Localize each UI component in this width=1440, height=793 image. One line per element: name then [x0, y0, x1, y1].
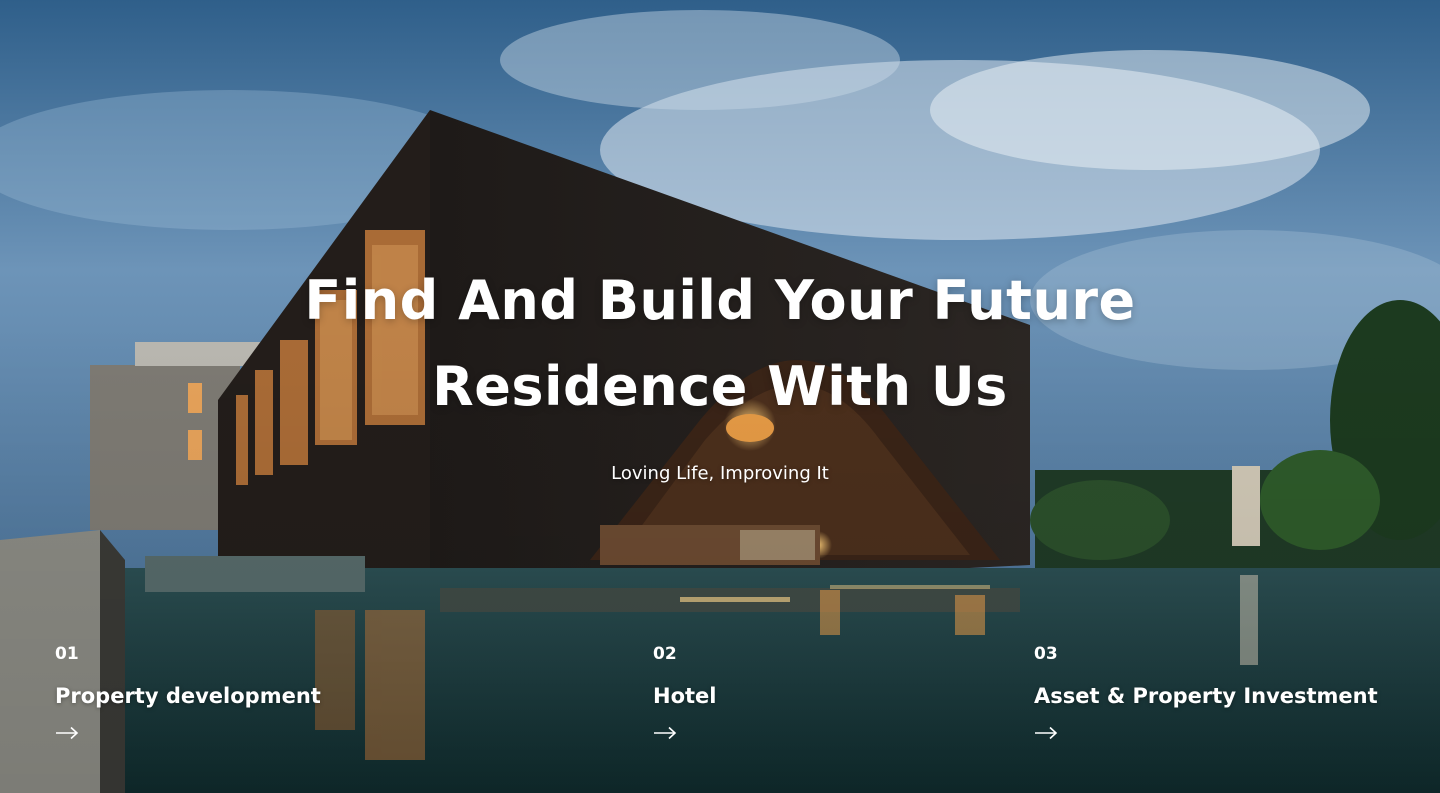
service-link-hotel[interactable]: 02 Hotel: [653, 644, 716, 740]
service-link-asset-property-investment[interactable]: 03 Asset & Property Investment: [1034, 644, 1378, 740]
service-number: 03: [1034, 644, 1058, 664]
hero-headline: Find And Build Your Future Residence Wit…: [0, 258, 1440, 430]
headline-line-1: Find And Build Your Future: [304, 269, 1136, 332]
service-title: Hotel: [653, 684, 717, 708]
hero-tagline: Loving Life, Improving It: [611, 463, 829, 484]
service-link-property-development[interactable]: 01 Property development: [55, 644, 321, 740]
arrow-right-icon: [654, 726, 677, 740]
headline-line-2: Residence With Us: [432, 355, 1008, 418]
service-number: 02: [653, 644, 677, 664]
service-title: Property development: [55, 684, 321, 708]
arrow-right-icon: [1035, 726, 1058, 740]
hero-section: Find And Build Your Future Residence Wit…: [0, 0, 1440, 793]
service-title: Asset & Property Investment: [1034, 684, 1378, 708]
service-number: 01: [55, 644, 79, 664]
arrow-right-icon: [56, 726, 79, 740]
